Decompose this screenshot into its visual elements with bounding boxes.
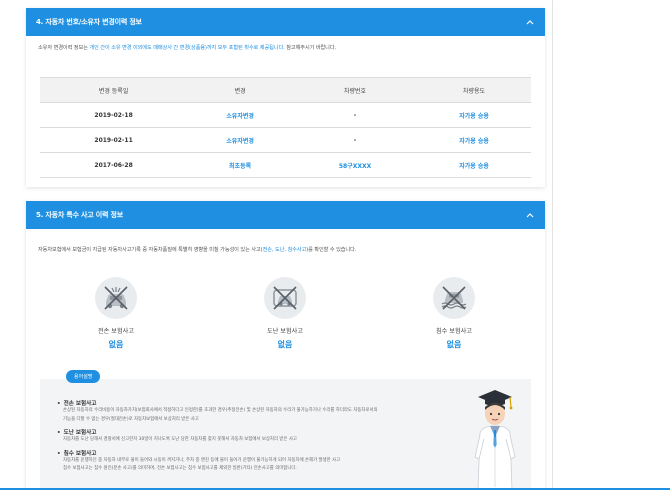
glossary-panel: 전손 보험사고 손상된 자동차의 수리비용이 자동차가치(보험회사에서 적정하다… (40, 379, 531, 490)
vehicle-usage: 자가용 승용 (417, 102, 531, 128)
graduate-mascot-illustration (470, 387, 520, 490)
accident-label: 침수 보험사고 (435, 328, 473, 335)
theft-accident: 도난 보험사고 없음 (240, 277, 330, 350)
glossary-term: 침수 보험사고 (57, 449, 457, 457)
plate-number: 58구XXXX (293, 152, 418, 178)
table-row: 2019-02-11 소유자변경 - 자가용 승용 (40, 127, 531, 153)
total-loss-accident: 전손 보험사고 없음 (71, 277, 161, 350)
ownership-history-section: 4. 자동차 번호/소유자 변경이력 정보 소유자 변경이력 정보는 개인 간이… (26, 8, 545, 187)
change-type: 소유자변경 (187, 127, 293, 153)
glossary-item: 침수 보험사고 자동차를 운행하던 중 자동차 내부로 물이 들어와 시동이 꺼… (57, 449, 457, 474)
plate-number: - (293, 127, 418, 153)
section-header[interactable]: 5. 자동차 특수 사고 이력 정보 (26, 201, 545, 229)
accident-summary: 전손 보험사고 없음 도난 보험사고 없음 침수 보험사고 없음 (26, 277, 545, 357)
table-row: 2019-02-18 소유자변경 - 자가용 승용 (40, 102, 531, 128)
section-header[interactable]: 4. 자동차 번호/소유자 변경이력 정보 (26, 8, 545, 36)
glossary-item: 도난 보험사고 자동차를 도난 당해서 경찰서에 신고한지 30일이 지나도록 … (57, 428, 457, 445)
glossary-definition: 자동차를 운행하던 중 자동차 내부로 물이 들어와 시동이 꺼지거나, 주차 … (63, 457, 341, 463)
chevron-up-icon[interactable] (525, 210, 535, 220)
description-highlight: 개인 간이 소유 변경 이외에도 매매상사 간 변경(상품용)까지 모두 포함된… (89, 45, 285, 51)
accident-value: 없음 (446, 340, 462, 349)
stolen-car-icon (264, 277, 306, 319)
special-accident-section: 5. 자동차 특수 사고 이력 정보 자동차보험에서 보험금이 지급된 자동차사… (26, 201, 545, 490)
table-row: 2017-06-28 최초등록 58구XXXX 자가용 승용 (40, 152, 531, 178)
flood-accident: 침수 보험사고 없음 (409, 277, 499, 350)
section-description: 소유자 변경이력 정보는 개인 간이 소유 변경 이외에도 매매상사 간 변경(… (38, 45, 337, 51)
glossary-definition: 침수 보험사고는 침수 원인(분손 사고)를 의미하며, 전손 보험사고는 침수… (63, 466, 297, 472)
column-header: 변경 (187, 77, 293, 103)
glossary-list: 전손 보험사고 손상된 자동차의 수리비용이 자동차가치(보험회사에서 적정하다… (57, 399, 457, 478)
chevron-up-icon[interactable] (525, 17, 535, 27)
glossary-item: 전손 보험사고 손상된 자동차의 수리비용이 자동차가치(보험회사에서 적정하다… (57, 399, 457, 424)
glossary-definition: 기능을 다할 수 없는 경우(절대전손)로 자동차보험에서 보상처리 받은 사고 (63, 416, 199, 422)
glossary-definition: 손상된 자동차의 수리비용이 자동차가치(보험회사에서 적정하다고 인정한)를 … (63, 408, 378, 413)
vehicle-usage: 자가용 승용 (417, 127, 531, 153)
flooded-car-icon (433, 277, 475, 319)
column-header: 변경 등록일 (40, 77, 188, 103)
section-title: 4. 자동차 번호/소유자 변경이력 정보 (36, 18, 142, 26)
accident-value: 없음 (277, 340, 293, 349)
page-divider (552, 0, 553, 490)
column-header: 차량용도 (417, 77, 531, 103)
glossary-definition: 자동차를 도난 당해서 경찰서에 신고한지 30일이 지나도록 도난 당한 자동… (63, 437, 297, 443)
change-type: 최초등록 (187, 152, 293, 178)
change-date: 2019-02-11 (40, 127, 188, 153)
glossary-term: 도난 보험사고 (57, 428, 457, 436)
change-date: 2017-06-28 (40, 152, 188, 178)
accident-label: 전손 보험사고 (97, 328, 135, 335)
section-title: 5. 자동차 특수 사고 이력 정보 (36, 211, 123, 219)
glossary-term: 전손 보험사고 (57, 399, 457, 407)
change-date: 2019-02-18 (40, 102, 188, 128)
plate-number: - (293, 102, 418, 128)
change-type: 소유자변경 (187, 102, 293, 128)
glossary-badge: 용어설명 (66, 370, 101, 383)
accident-value: 없음 (108, 340, 124, 349)
table-header-row: 변경 등록일 변경 차량번호 차량용도 (40, 77, 531, 103)
section-description: 자동차보험에서 보험금이 지급된 자동차사고기록 중 자동차품질에 특별히 영향… (38, 247, 357, 253)
description-highlight: 전손, 도난, 침수사고 (262, 247, 307, 253)
column-header: 차량번호 (293, 77, 418, 103)
crashed-car-icon (95, 277, 137, 319)
vehicle-usage: 자가용 승용 (417, 152, 531, 178)
ownership-history-table: 변경 등록일 변경 차량번호 차량용도 2019-02-18 소유자변경 - 자… (40, 77, 531, 178)
accident-label: 도난 보험사고 (266, 328, 304, 335)
